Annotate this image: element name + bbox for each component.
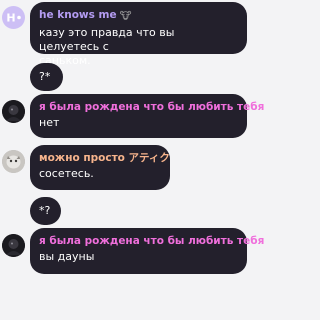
message-row: *? — [0, 197, 251, 227]
author-name[interactable]: he knows me 🐮 — [39, 8, 238, 24]
message-text: казу это правда что вы целуетесь с саньк… — [39, 26, 175, 67]
message-text: сосетесь. — [39, 167, 94, 180]
avatar-photo-icon — [2, 100, 25, 123]
avatar[interactable] — [2, 234, 25, 257]
message-bubble[interactable]: я была рождена что бы любить тебя вы дау… — [30, 228, 264, 274]
message-bubble[interactable]: he knows me 🐮 казу это правда что вы целу… — [30, 2, 247, 67]
message-text: нет — [39, 116, 60, 129]
avatar-photo-icon — [2, 150, 25, 173]
avatar-photo-icon — [2, 234, 25, 257]
author-name-text[interactable]: he knows me — [39, 9, 117, 21]
message-bubble[interactable]: я была рождена что бы любить тебя нет — [30, 94, 264, 138]
avatar[interactable] — [2, 150, 25, 173]
cow-emoji-icon: 🐮 — [119, 11, 132, 22]
message-row: я была рождена что бы любить тебя вы дау… — [0, 228, 264, 274]
message-text: ?* — [39, 70, 51, 83]
avatar-letter-icon: H — [2, 6, 25, 29]
message-row: я была рождена что бы любить тебя нет — [0, 94, 264, 140]
message-bubble[interactable]: можно просто アティク сосетесь. — [30, 145, 170, 190]
author-name[interactable]: я была рождена что бы любить тебя — [39, 100, 264, 114]
avatar[interactable] — [2, 100, 25, 123]
author-name[interactable]: можно просто アティク — [39, 151, 170, 165]
message-text: вы дауны — [39, 250, 95, 263]
author-name[interactable]: я была рождена что бы любить тебя — [39, 234, 264, 248]
message-row: H he knows me 🐮 казу это правда что вы це… — [0, 2, 251, 67]
message-feed: H he knows me 🐮 казу это правда что вы це… — [0, 0, 264, 320]
message-text: *? — [39, 204, 51, 217]
avatar[interactable]: H — [2, 6, 25, 29]
message-bubble[interactable]: *? — [30, 197, 61, 225]
message-row: можно просто アティク сосетесь. — [0, 145, 251, 191]
message-bubble[interactable]: ?* — [30, 63, 63, 91]
avatar-letter: H — [6, 12, 15, 25]
message-row: ?* — [0, 63, 251, 93]
